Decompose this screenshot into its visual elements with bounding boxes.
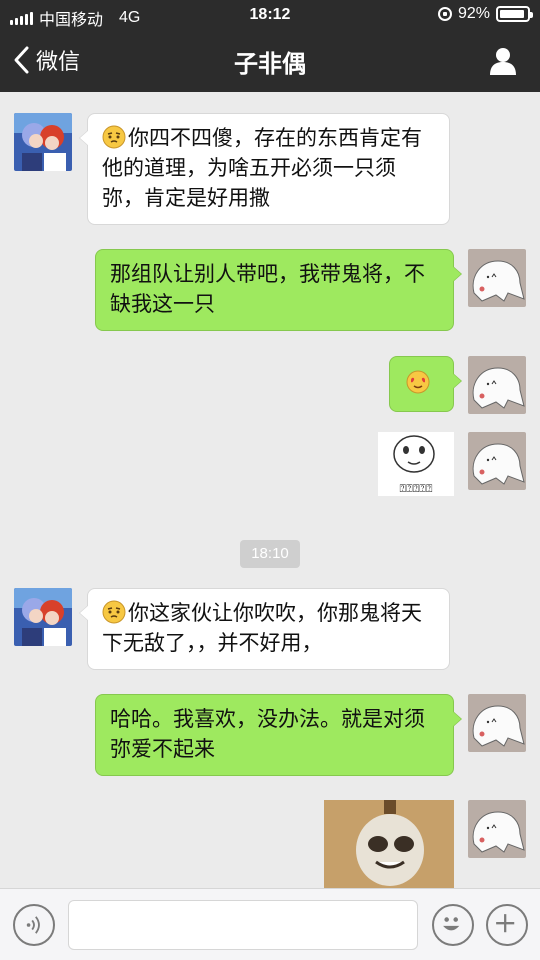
rotation-lock-icon: [437, 7, 452, 21]
chat-area[interactable]: 你四不四傻，存在的东西肯定有他的道理，为啥五开必须一只须弥，肯定是好用撒 那组队…: [0, 92, 540, 888]
my-avatar[interactable]: [468, 694, 526, 752]
message-input[interactable]: [68, 900, 418, 950]
emoji-button[interactable]: [432, 904, 474, 946]
heart-eyes-face-icon: [406, 370, 430, 394]
contact-avatar[interactable]: [14, 113, 72, 171]
message-bubble-outgoing[interactable]: [389, 356, 462, 412]
my-avatar[interactable]: [468, 432, 526, 490]
voice-button[interactable]: [13, 904, 55, 946]
my-avatar[interactable]: [468, 356, 526, 414]
status-bar: 中国移动 4G 18:12 92%: [0, 0, 540, 30]
message-bubble-incoming[interactable]: 你四不四傻，存在的东西肯定有他的道理，为啥五开必须一只须弥，肯定是好用撒: [79, 113, 450, 225]
plus-icon: [496, 914, 515, 933]
crying-panda-sticker[interactable]: [324, 800, 454, 888]
panda-face-sticker[interactable]: ⍰⍰⍰⍰⍰: [378, 432, 454, 496]
input-bar: [0, 888, 540, 960]
my-avatar[interactable]: [468, 800, 526, 858]
thinking-face-icon: [102, 600, 126, 624]
message-bubble-outgoing[interactable]: 那组队让别人带吧，我带鬼将，不缺我这一只: [95, 249, 462, 331]
smiley-icon: [443, 917, 460, 931]
my-avatar[interactable]: [468, 249, 526, 307]
status-right: 92%: [437, 5, 533, 23]
profile-icon[interactable]: [488, 46, 518, 76]
message-bubble-incoming[interactable]: 你这家伙让你吹吹，你那鬼将天下无敌了，，并不好用，: [79, 588, 450, 670]
message-bubble-outgoing[interactable]: 哈哈。我喜欢，没办法。就是对须弥爱不起来: [95, 694, 462, 776]
message-text: 你这家伙让你吹吹，你那鬼将天下无敌了，，并不好用，: [102, 602, 422, 655]
message-text: 你四不四傻，存在的东西肯定有他的道理，为啥五开必须一只须弥，肯定是好用撒: [102, 127, 422, 210]
voice-icon: [26, 916, 40, 934]
timestamp-divider: 18:10: [240, 540, 300, 568]
battery-fill: [500, 10, 524, 18]
battery-icon: [496, 6, 533, 22]
nav-bar: 微信 子非偶: [0, 30, 540, 92]
battery-percent: 92%: [457, 5, 490, 22]
chat-title: 子非偶: [234, 51, 306, 78]
more-button[interactable]: [486, 904, 528, 946]
thinking-face-icon: [102, 125, 126, 149]
message-text: 那组队让别人带吧，我带鬼将，不缺我这一只: [110, 263, 425, 316]
contact-avatar[interactable]: [14, 588, 72, 646]
message-text: 哈哈。我喜欢，没办法。就是对须弥爱不起来: [110, 708, 425, 761]
sticker-caption: ⍰⍰⍰⍰⍰: [400, 482, 433, 495]
